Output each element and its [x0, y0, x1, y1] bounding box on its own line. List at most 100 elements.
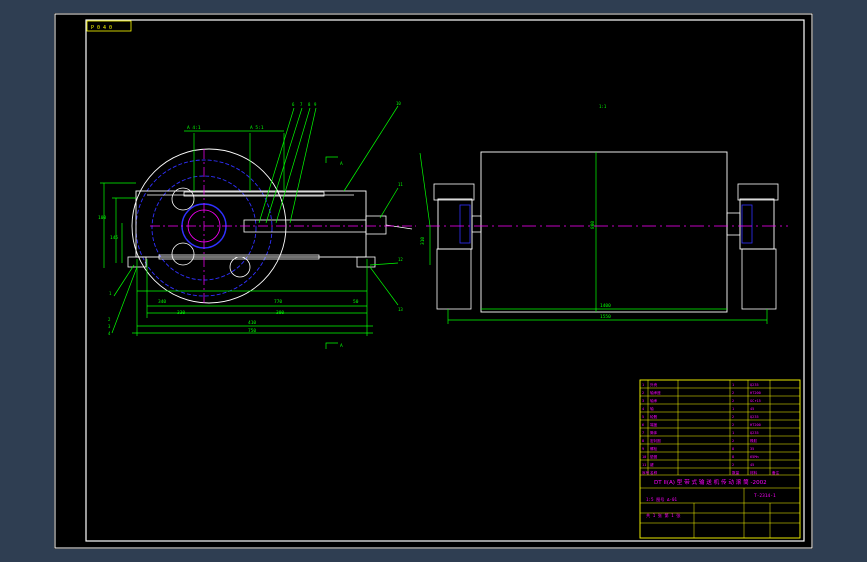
right-shaft: [726, 212, 741, 236]
parts-cell: 2: [732, 399, 734, 403]
balloon-10[interactable]: 10: [396, 101, 401, 106]
parts-cell: HT200: [750, 391, 761, 395]
scale-row: 1:5 图号 Δ-01: [646, 497, 678, 503]
parts-header-cell: 数量: [732, 470, 740, 475]
parts-cell: 8: [732, 455, 734, 459]
parts-cell: 9: [642, 447, 644, 451]
balloon-13[interactable]: 13: [398, 307, 403, 312]
right-bearing-body: [739, 198, 775, 250]
parts-cell: 1: [642, 383, 644, 387]
parts-cell: 7: [642, 431, 644, 435]
parts-cell: 外壳: [650, 382, 658, 387]
leader-i: [113, 264, 135, 297]
dim-text-d5: 410: [248, 320, 256, 326]
dim-text-h1: 100: [98, 215, 106, 221]
parts-cell: GCr15: [750, 399, 761, 403]
foot-right: [356, 256, 376, 268]
balloon-9[interactable]: 9: [314, 102, 317, 107]
parts-cell: 35: [750, 447, 754, 451]
left-bearing-body: [437, 198, 473, 250]
side-view[interactable]: 800 1400 1550 310 1:1: [419, 104, 788, 324]
parts-cell: 筒体: [650, 430, 658, 435]
parts-header-cell: 序号: [642, 470, 650, 475]
title-block[interactable]: 1 外壳 1 Q235 2 轴承座 2 HT200 3 轴承 2 GCr15 4 轴 1 45 5 轮毂 2 Q235…: [639, 379, 801, 539]
parts-cell: 4: [642, 407, 644, 411]
parts-cell: 2: [732, 463, 734, 467]
parts-cell: 1: [732, 407, 734, 411]
dim-text-left-h: 310: [420, 237, 426, 245]
leader-c: [275, 107, 311, 224]
small-hole-bottom: [171, 242, 195, 266]
dim-text-d1: 340: [158, 299, 166, 305]
leader-f: [379, 187, 399, 219]
drawing-canvas[interactable]: P 0 4 0 A 4:1 A 5:1 340 770 330 300 410 …: [54, 13, 813, 549]
leader-e: [343, 105, 399, 192]
section-mark-top: [325, 156, 338, 163]
balloon-2[interactable]: 2: [108, 317, 111, 322]
parts-cell: 1: [732, 383, 734, 387]
dim-text-top-right: A 5:1: [250, 125, 264, 131]
parts-cell: 垫圈: [650, 454, 658, 459]
cad-viewport[interactable]: P 0 4 0 A 4:1 A 5:1 340 770 330 300 410 …: [54, 13, 813, 549]
parts-cell: 45: [750, 463, 754, 467]
parts-cell: 端盖: [650, 422, 658, 427]
parts-cell: 密封圈: [650, 438, 661, 443]
parts-cell: 45: [750, 407, 754, 411]
right-bearing-cap: [737, 183, 779, 201]
balloon-3[interactable]: 3: [108, 324, 111, 329]
parts-cell: Q235: [750, 431, 759, 435]
parts-cell: 2: [732, 415, 734, 419]
parts-cell: 3: [642, 399, 644, 403]
parts-cell: Q235: [750, 415, 759, 419]
parts-cell: 2: [642, 391, 644, 395]
balloon-12[interactable]: 12: [398, 257, 403, 262]
side-view-label: 1:1: [599, 104, 607, 109]
section-mark-bottom: [325, 342, 338, 349]
housing-frame: [135, 190, 367, 258]
dim-text-d6: 750: [248, 328, 256, 334]
left-shaft: [471, 215, 482, 233]
drum-body: [480, 151, 728, 313]
parts-cell: HT200: [750, 423, 761, 427]
parts-cell: 橡胶: [750, 438, 758, 443]
section-label-bottom: A: [340, 343, 343, 349]
leader-h: [369, 266, 399, 306]
corner-tag-text: P 0 4 0: [91, 25, 112, 31]
parts-cell: 轮毂: [650, 414, 658, 419]
balloon-4[interactable]: 4: [108, 331, 111, 336]
balloon-6[interactable]: 6: [292, 102, 295, 107]
parts-header-cell: 名称: [650, 470, 658, 475]
parts-cell: 螺栓: [650, 446, 658, 451]
parts-cell: 10: [642, 455, 646, 459]
front-view[interactable]: A 4:1 A 5:1 340 770 330 300 410 750 50 1…: [98, 101, 416, 349]
dim-text-d2: 770: [274, 299, 282, 305]
balloon-8[interactable]: 8: [308, 102, 311, 107]
parts-cell: 6: [642, 423, 644, 427]
parts-cell: 轴承座: [650, 390, 661, 395]
parts-cell: 65Mn: [750, 455, 759, 459]
leader-a: [258, 107, 295, 224]
parts-cell: 2: [732, 439, 734, 443]
balloon-1[interactable]: 1: [109, 291, 112, 296]
parts-cell: 轴承: [650, 398, 658, 403]
balloon-11[interactable]: 11: [398, 182, 403, 187]
parts-cell: 2: [732, 423, 734, 427]
parts-cell: 1: [732, 431, 734, 435]
dim-text-h2: 145: [110, 235, 118, 241]
parts-cell: 2: [732, 391, 734, 395]
parts-cell: 11: [642, 463, 646, 467]
parts-cell: 轴: [650, 406, 654, 411]
dim-text-len2: 1550: [600, 314, 611, 320]
leader-j: [111, 266, 138, 334]
parts-header-cell: 材料: [750, 470, 758, 475]
right-bearing-inner: [741, 204, 753, 244]
balloon-7[interactable]: 7: [300, 102, 303, 107]
dim-text-d4: 300: [276, 310, 284, 316]
drawing-number: T-2314-1: [754, 493, 776, 499]
right-bearing-foot: [741, 248, 777, 310]
parts-cell: 键: [650, 462, 654, 467]
leader-g: [369, 262, 399, 266]
dim-text-dia: 800: [590, 221, 596, 229]
parts-cell: 8: [732, 447, 734, 451]
dim-text-d3: 330: [177, 310, 185, 316]
